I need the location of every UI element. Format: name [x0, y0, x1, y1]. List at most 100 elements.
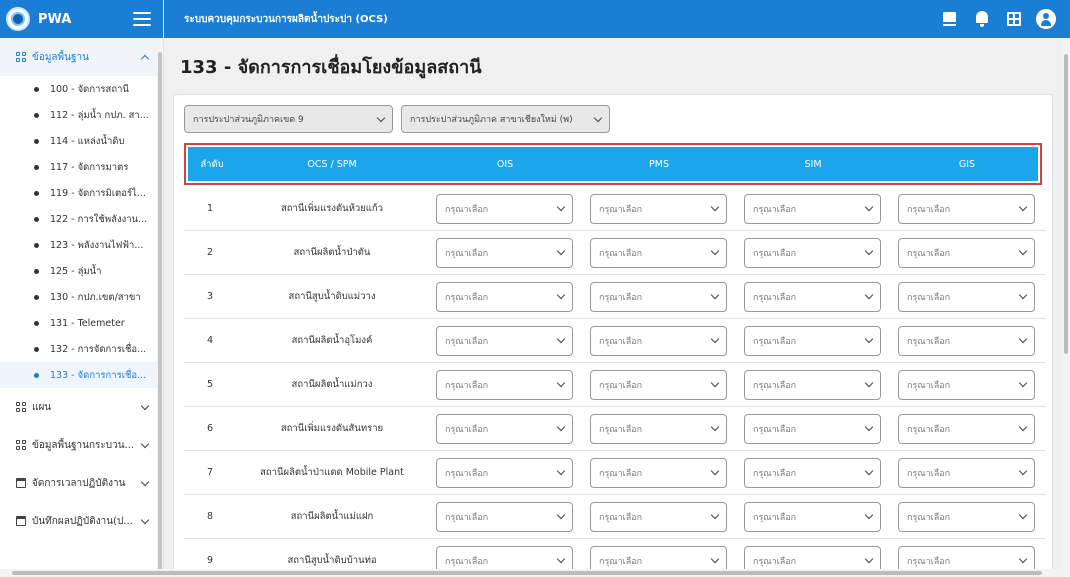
- sim-select[interactable]: กรุณาเลือก: [744, 501, 881, 532]
- sidebar-group[interactable]: จัดการเวลาปฏิบัติงาน: [0, 464, 158, 502]
- chevron-down-icon: [1018, 334, 1028, 344]
- sidebar-item[interactable]: 114 - แหล่งน้ำดิบ: [0, 128, 158, 154]
- row-number: 4: [206, 335, 214, 346]
- sim-select[interactable]: กรุณาเลือก: [744, 325, 881, 356]
- sidebar-item[interactable]: 123 - พลังงานไฟฟ้า...: [0, 232, 158, 258]
- sim-select[interactable]: กรุณาเลือก: [744, 457, 881, 488]
- gis-select[interactable]: กรุณาเลือก: [898, 325, 1035, 356]
- chevron-down-icon: [864, 422, 874, 432]
- sidebar-item[interactable]: 132 - การจัดการเชื่อ...: [0, 336, 158, 362]
- sidebar-item[interactable]: 117 - จัดการมาตร: [0, 154, 158, 180]
- ois-select[interactable]: กรุณาเลือก: [436, 193, 573, 224]
- chevron-down-icon: [140, 439, 150, 448]
- ois-select[interactable]: กรุณาเลือก: [436, 325, 573, 356]
- page-title: 133 - จัดการการเชื่อมโยงข้อมูลสถานี: [180, 57, 482, 78]
- select-placeholder: กรุณาเลือก: [445, 336, 489, 347]
- sidebar-item-label: 133 - จัดการการเชื่อ...: [50, 369, 147, 381]
- page-horizontal-scrollbar[interactable]: [0, 569, 1070, 577]
- gis-select[interactable]: กรุณาเลือก: [898, 545, 1035, 569]
- pms-select[interactable]: กรุณาเลือก: [590, 413, 727, 444]
- pms-select[interactable]: กรุณาเลือก: [590, 193, 727, 224]
- sim-select[interactable]: กรุณาเลือก: [744, 237, 881, 268]
- chevron-down-icon: [1018, 246, 1028, 256]
- pms-select[interactable]: กรุณาเลือก: [590, 281, 727, 312]
- sidebar-scrollbar[interactable]: [157, 38, 163, 577]
- ois-select[interactable]: กรุณาเลือก: [436, 413, 573, 444]
- sidebar-group-label: จัดการเวลาปฏิบัติงาน: [32, 477, 126, 489]
- ois-select[interactable]: กรุณาเลือก: [436, 237, 573, 268]
- pwa-logo: [6, 7, 30, 31]
- bullet-icon: [34, 372, 39, 378]
- sidebar-item[interactable]: 100 - จัดการสถานี: [0, 76, 158, 102]
- select-cell: กรุณาเลือก: [582, 501, 736, 532]
- station-name: สถานีผลิตน้ำแม่แฝก: [290, 511, 374, 522]
- sidebar-item[interactable]: 125 - ลุ่มน้ำ: [0, 258, 158, 284]
- gis-select[interactable]: กรุณาเลือก: [898, 369, 1035, 400]
- sidebar-item[interactable]: 133 - จัดการการเชื่อ...: [0, 362, 158, 388]
- top-bar: ระบบควบคุมกระบวนการผลิตน้ำประปา (OCS): [164, 0, 1070, 38]
- select-placeholder: กรุณาเลือก: [445, 556, 489, 567]
- sidebar-group[interactable]: แผน: [0, 388, 158, 426]
- header-ois: OIS: [496, 158, 514, 170]
- table-header-highlight: ลำดับ OCS / SPM OIS PMS SIM GIS: [184, 143, 1042, 185]
- select-placeholder: กรุณาเลือก: [599, 380, 643, 391]
- hamburger-menu-icon[interactable]: [133, 12, 151, 26]
- header-gis: GIS: [958, 158, 976, 170]
- chevron-down-icon: [864, 202, 874, 212]
- sidebar-item[interactable]: 130 - กปภ.เขต/สาขา: [0, 284, 158, 310]
- sim-select[interactable]: กรุณาเลือก: [744, 281, 881, 312]
- gis-select[interactable]: กรุณาเลือก: [898, 413, 1035, 444]
- sidebar-item[interactable]: 131 - Telemeter: [0, 310, 158, 336]
- select-cell: กรุณาเลือก: [890, 545, 1044, 569]
- select-placeholder: กรุณาเลือก: [445, 424, 489, 435]
- pms-select[interactable]: กรุณาเลือก: [590, 501, 727, 532]
- sidebar-item[interactable]: 119 - จัดการมิเตอร์ไ...: [0, 180, 158, 206]
- pms-select[interactable]: กรุณาเลือก: [590, 369, 727, 400]
- table-row: 8 สถานีผลิตน้ำแม่แฝก กรุณาเลือก กรุณาเลือก ก…: [184, 495, 1046, 539]
- chevron-down-icon: [864, 510, 874, 520]
- select-cell: กรุณาเลือก: [428, 237, 582, 268]
- select-placeholder: กรุณาเลือก: [445, 204, 489, 215]
- select-placeholder: กรุณาเลือก: [753, 424, 797, 435]
- account-icon[interactable]: [1036, 9, 1056, 29]
- ois-select[interactable]: กรุณาเลือก: [436, 501, 573, 532]
- chevron-down-icon: [140, 401, 150, 410]
- select-cell: กรุณาเลือก: [890, 325, 1044, 356]
- region-select[interactable]: การประปาส่วนภูมิภาคเขต 9: [184, 105, 393, 133]
- gis-select[interactable]: กรุณาเลือก: [898, 501, 1035, 532]
- sidebar-item[interactable]: 122 - การใช้พลังงาน...: [0, 206, 158, 232]
- sidebar-group-master-data[interactable]: ข้อมูลพื้นฐาน: [0, 38, 158, 76]
- grid-icon: [16, 440, 26, 450]
- gis-select[interactable]: กรุณาเลือก: [898, 281, 1035, 312]
- book-icon[interactable]: [940, 9, 960, 29]
- branch-select[interactable]: การประปาส่วนภูมิภาค สาขาเชียงใหม่ (พ): [401, 105, 610, 133]
- sidebar-group[interactable]: ข้อมูลพื้นฐานกระบวน...: [0, 426, 158, 464]
- ois-select[interactable]: กรุณาเลือก: [436, 281, 573, 312]
- gis-select[interactable]: กรุณาเลือก: [898, 237, 1035, 268]
- sim-select[interactable]: กรุณาเลือก: [744, 193, 881, 224]
- pms-select[interactable]: กรุณาเลือก: [590, 237, 727, 268]
- select-placeholder: กรุณาเลือก: [907, 380, 951, 391]
- select-cell: กรุณาเลือก: [428, 457, 582, 488]
- sim-select[interactable]: กรุณาเลือก: [744, 545, 881, 569]
- sidebar-item[interactable]: 112 - ลุ่มน้ำ กปภ. สา...: [0, 102, 158, 128]
- page-vertical-scrollbar[interactable]: [1062, 38, 1070, 569]
- sim-select[interactable]: กรุณาเลือก: [744, 369, 881, 400]
- sidebar-group[interactable]: บันทึกผลปฏิบัติงาน(ป...: [0, 502, 158, 540]
- ois-select[interactable]: กรุณาเลือก: [436, 545, 573, 569]
- ois-select[interactable]: กรุณาเลือก: [436, 457, 573, 488]
- calendar-icon: [16, 478, 26, 488]
- gis-select[interactable]: กรุณาเลือก: [898, 193, 1035, 224]
- chevron-down-icon: [710, 378, 720, 388]
- bell-icon[interactable]: [972, 9, 992, 29]
- select-cell: กรุณาเลือก: [890, 281, 1044, 312]
- gis-select[interactable]: กรุณาเลือก: [898, 457, 1035, 488]
- pms-select[interactable]: กรุณาเลือก: [590, 457, 727, 488]
- apps-icon[interactable]: [1004, 9, 1024, 29]
- pms-select[interactable]: กรุณาเลือก: [590, 325, 727, 356]
- select-placeholder: กรุณาเลือก: [445, 292, 489, 303]
- pms-select[interactable]: กรุณาเลือก: [590, 545, 727, 569]
- ois-select[interactable]: กรุณาเลือก: [436, 369, 573, 400]
- sim-select[interactable]: กรุณาเลือก: [744, 413, 881, 444]
- header-ocs-spm: OCS / SPM: [307, 158, 357, 170]
